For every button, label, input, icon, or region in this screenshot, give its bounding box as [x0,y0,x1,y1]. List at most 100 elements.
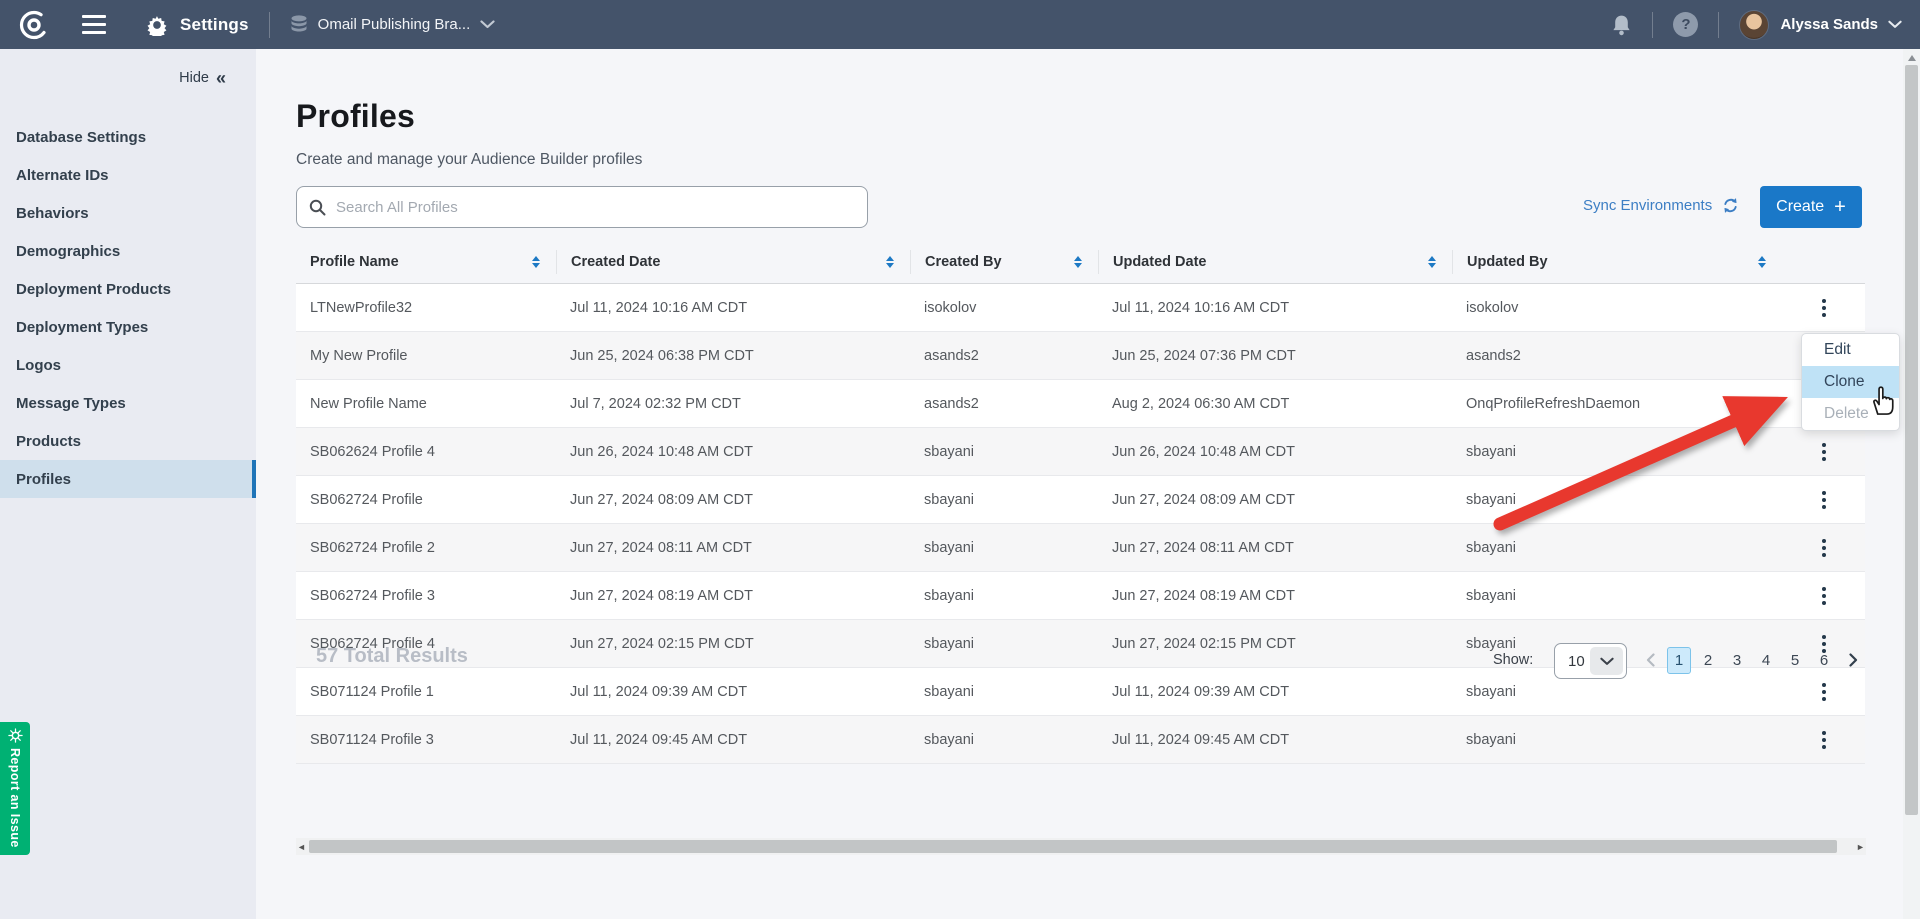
main-content: Profiles Create and manage your Audience… [256,49,1903,919]
cell-created-by: asands2 [910,348,1098,364]
cell-updated-by: sbayani [1452,444,1782,460]
cell-updated-date: Jun 27, 2024 08:11 AM CDT [1098,540,1452,556]
cell-updated-by: sbayani [1452,540,1782,556]
next-page-arrow-icon[interactable] [1841,646,1865,674]
sidebar-item-products[interactable]: Products [0,422,256,460]
context-menu-clone[interactable]: Clone [1802,366,1899,398]
cell-updated-by: sbayani [1452,588,1782,604]
row-actions-kebab-icon[interactable] [1814,583,1834,609]
table-row: SB071124 Profile 3 Jul 11, 2024 09:45 AM… [296,716,1865,764]
cell-updated-date: Jul 11, 2024 09:45 AM CDT [1098,732,1452,748]
sync-environments-link[interactable]: Sync Environments [1583,197,1740,214]
scroll-right-arrow-icon[interactable]: ► [1855,842,1866,852]
sync-refresh-icon [1721,197,1740,214]
notifications-bell-icon[interactable] [1611,13,1632,37]
sidebar-item-alternate-ids[interactable]: Alternate IDs [0,156,256,194]
vertical-scrollbar-thumb[interactable] [1905,65,1918,815]
sort-icon[interactable] [1758,256,1766,268]
scroll-left-arrow-icon[interactable]: ◄ [296,842,307,852]
previous-page-arrow-icon[interactable] [1638,646,1662,674]
horizontal-scrollbar[interactable]: ◄ ► [296,838,1866,855]
cell-created-date: Jun 27, 2024 02:15 PM CDT [556,636,910,652]
table-row: SB062724 Profile 3 Jun 27, 2024 08:19 AM… [296,572,1865,620]
column-header-created-by[interactable]: Created By [910,250,1098,274]
row-actions-kebab-icon[interactable] [1814,679,1834,705]
cell-created-by: sbayani [910,492,1098,508]
create-button-label: Create [1776,198,1824,216]
page-subtitle: Create and manage your Audience Builder … [296,151,642,169]
database-selector[interactable]: Omail Publishing Bra... [290,15,496,35]
row-actions-kebab-icon[interactable] [1814,295,1834,321]
sidebar-item-database-settings[interactable]: Database Settings [0,118,256,156]
hamburger-menu-icon[interactable] [82,15,106,34]
cell-created-by: sbayani [910,540,1098,556]
cell-created-by: sbayani [910,444,1098,460]
sidebar-item-logos[interactable]: Logos [0,346,256,384]
table-row: LTNewProfile32 Jul 11, 2024 10:16 AM CDT… [296,284,1865,332]
omeda-logo-icon[interactable] [18,9,50,41]
page-button-6[interactable]: 6 [1812,647,1836,674]
sidebar-item-behaviors[interactable]: Behaviors [0,194,256,232]
cell-updated-date: Jul 11, 2024 10:16 AM CDT [1098,300,1452,316]
sort-icon[interactable] [886,256,894,268]
topbar-divider [1652,12,1653,38]
sidebar-item-demographics[interactable]: Demographics [0,232,256,270]
cell-profile-name: LTNewProfile32 [296,300,556,316]
report-an-issue-label: Report an Issue [8,748,22,848]
collapse-chevrons-icon: « [216,69,226,87]
cell-updated-by: isokolov [1452,300,1782,316]
horizontal-scrollbar-thumb[interactable] [309,840,1837,853]
page-size-value: 10 [1555,653,1590,670]
sidebar-item-profiles[interactable]: Profiles [0,460,256,498]
cell-updated-by: sbayani [1452,732,1782,748]
page-button-1[interactable]: 1 [1667,647,1691,674]
user-avatar[interactable] [1739,10,1769,40]
table-row: SB062624 Profile 4 Jun 26, 2024 10:48 AM… [296,428,1865,476]
search-input[interactable] [336,199,855,216]
select-chevron-down-icon [1590,647,1623,675]
user-menu-chevron-down-icon[interactable] [1888,20,1902,29]
cell-created-date: Jun 27, 2024 08:19 AM CDT [556,588,910,604]
page-button-3[interactable]: 3 [1725,647,1749,674]
cell-updated-by: sbayani [1452,492,1782,508]
page-button-4[interactable]: 4 [1754,647,1778,674]
cell-created-date: Jul 11, 2024 09:39 AM CDT [556,684,910,700]
page-button-5[interactable]: 5 [1783,647,1807,674]
search-icon [309,199,326,216]
bug-icon [8,728,23,743]
hide-sidebar-button[interactable]: Hide « [0,49,256,87]
cell-updated-date: Aug 2, 2024 06:30 AM CDT [1098,396,1452,412]
cell-updated-date: Jun 27, 2024 08:19 AM CDT [1098,588,1452,604]
cell-updated-date: Jun 27, 2024 08:09 AM CDT [1098,492,1452,508]
plus-icon: + [1834,197,1846,217]
row-actions-kebab-icon[interactable] [1814,487,1834,513]
report-an-issue-button[interactable]: Report an Issue [0,722,30,855]
context-menu-edit[interactable]: Edit [1802,334,1899,366]
settings-title: Settings [180,15,249,35]
cell-created-date: Jun 26, 2024 10:48 AM CDT [556,444,910,460]
sidebar-item-message-types[interactable]: Message Types [0,384,256,422]
row-actions-kebab-icon[interactable] [1814,439,1834,465]
create-button[interactable]: Create + [1760,186,1862,228]
scroll-up-arrow-icon[interactable] [1908,55,1916,61]
column-header-updated-by[interactable]: Updated By [1452,250,1782,274]
database-icon [290,15,308,35]
column-header-created-date[interactable]: Created Date [556,250,910,274]
row-actions-kebab-icon[interactable] [1814,535,1834,561]
cell-created-date: Jul 11, 2024 09:45 AM CDT [556,732,910,748]
vertical-scrollbar[interactable] [1903,49,1920,919]
column-header-updated-date[interactable]: Updated Date [1098,250,1452,274]
table-row: SB062724 Profile 4 Jun 27, 2024 02:15 PM… [296,620,1865,668]
help-icon[interactable]: ? [1673,12,1698,37]
sidebar-item-deployment-types[interactable]: Deployment Types [0,308,256,346]
column-header-actions [1782,250,1865,274]
sort-icon[interactable] [532,256,540,268]
row-context-menu: Edit Clone Delete [1801,333,1900,431]
page-size-select[interactable]: 10 [1554,643,1627,679]
page-button-2[interactable]: 2 [1696,647,1720,674]
sidebar-item-deployment-products[interactable]: Deployment Products [0,270,256,308]
sort-icon[interactable] [1074,256,1082,268]
row-actions-kebab-icon[interactable] [1814,727,1834,753]
sort-icon[interactable] [1428,256,1436,268]
column-header-profile-name[interactable]: Profile Name [296,250,556,274]
